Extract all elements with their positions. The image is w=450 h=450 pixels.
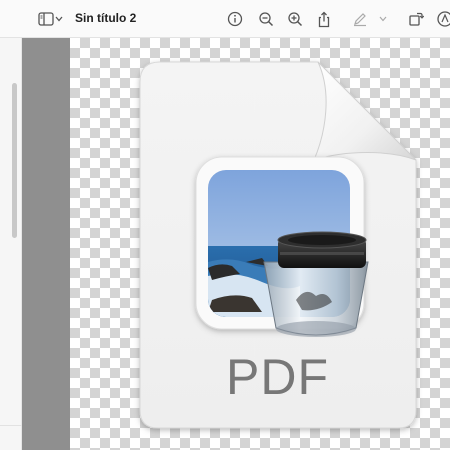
toolbar: Sin título 2 xyxy=(0,0,450,38)
zoom-in-button[interactable] xyxy=(284,8,306,30)
thumbnail-sidebar xyxy=(0,38,22,450)
sidebar-divider xyxy=(0,425,22,426)
info-icon xyxy=(227,11,243,27)
sidebar-toggle-icon xyxy=(38,12,54,26)
share-icon xyxy=(318,11,330,27)
rotate-button[interactable] xyxy=(405,8,427,30)
rotate-icon xyxy=(409,12,424,26)
document-title[interactable]: Sin título 2 xyxy=(75,11,136,25)
zoom-out-button[interactable] xyxy=(255,8,277,30)
zoom-out-icon xyxy=(259,12,274,27)
highlight-pen-icon xyxy=(354,13,366,27)
highlight-menu-button[interactable] xyxy=(377,8,389,30)
sidebar-menu-button[interactable] xyxy=(53,8,65,30)
sidebar-scrollbar[interactable] xyxy=(12,83,17,238)
page-margin xyxy=(22,38,70,450)
chevron-down-icon xyxy=(379,16,387,22)
markup-button[interactable] xyxy=(434,8,450,30)
pdf-file-type-label: PDF xyxy=(226,349,329,405)
markup-icon xyxy=(437,11,450,27)
chevron-down-icon xyxy=(55,16,63,22)
highlight-button[interactable] xyxy=(349,8,371,30)
share-button[interactable] xyxy=(313,8,335,30)
zoom-in-icon xyxy=(288,12,303,27)
info-button[interactable] xyxy=(224,8,246,30)
